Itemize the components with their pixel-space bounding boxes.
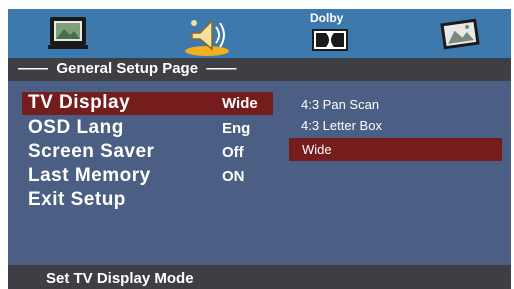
page-title-bar: —— General Setup Page —— — [8, 58, 511, 81]
dvd-setup-screen: Dolby —— General Setup Page —— TV Displa… — [0, 0, 514, 289]
menu-item-value: ON — [222, 168, 245, 185]
dolby-label: Dolby — [310, 11, 344, 25]
menu-item-value: Eng — [222, 120, 251, 137]
speaker-icon[interactable] — [182, 15, 229, 56]
option-letter-box[interactable]: 4:3 Letter Box — [301, 118, 382, 133]
option-label: Wide — [302, 142, 332, 157]
settings-panel: TV Display Wide OSD Lang Eng Screen Save… — [8, 81, 511, 265]
page-title: —— General Setup Page —— — [18, 60, 237, 77]
option-pan-scan[interactable]: 4:3 Pan Scan — [301, 97, 379, 112]
menu-item-value: Off — [222, 144, 244, 161]
picture-icon[interactable] — [438, 15, 482, 53]
menu-item-last-memory[interactable]: Last Memory ON — [22, 165, 278, 188]
menu-item-label: Screen Saver — [28, 141, 155, 162]
menu-item-osd-lang[interactable]: OSD Lang Eng — [22, 117, 278, 140]
menu-item-screen-saver[interactable]: Screen Saver Off — [22, 141, 278, 164]
status-text: Set TV Display Mode — [46, 270, 194, 287]
dolby-icon[interactable]: Dolby — [308, 11, 354, 53]
menu-item-label: Exit Setup — [28, 189, 126, 210]
tv-icon[interactable] — [46, 15, 90, 53]
menu-item-label: TV Display — [28, 92, 131, 113]
option-wide-selected[interactable]: Wide — [289, 138, 502, 161]
top-icon-bar: Dolby — [8, 9, 511, 58]
menu-item-tv-display[interactable]: TV Display Wide — [22, 92, 273, 115]
menu-item-value: Wide — [222, 95, 258, 112]
menu-item-label: Last Memory — [28, 165, 151, 186]
status-bar: Set TV Display Mode — [8, 265, 511, 289]
menu-item-label: OSD Lang — [28, 117, 124, 138]
menu-item-exit-setup[interactable]: Exit Setup — [22, 189, 278, 212]
